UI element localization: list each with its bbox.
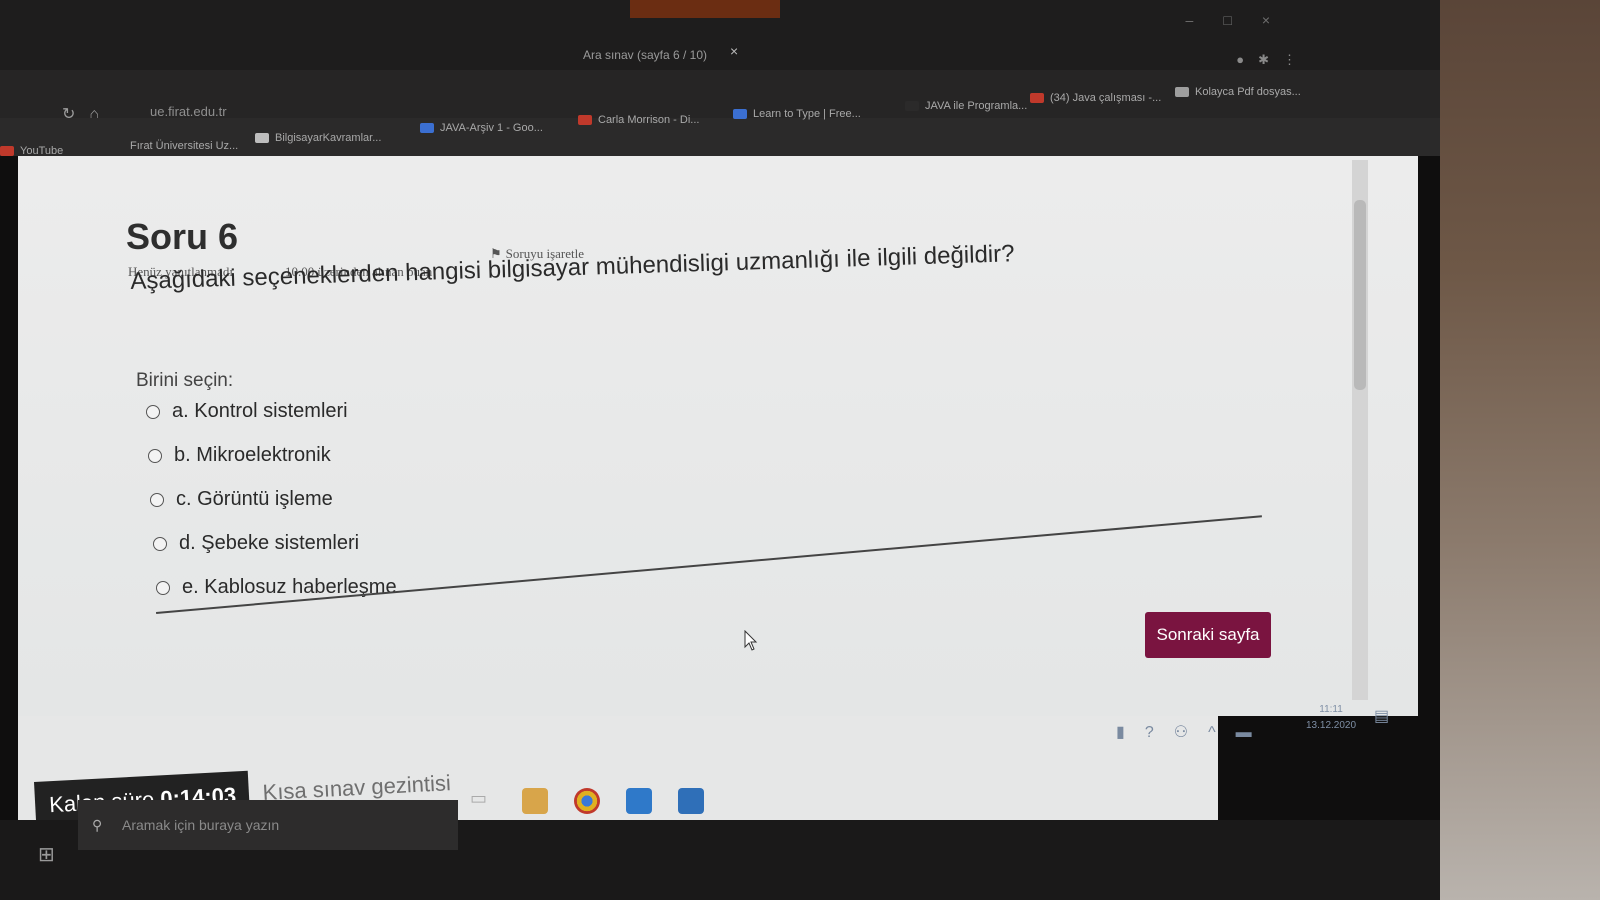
bookmark-item[interactable]: BilgisayarKavramlar... xyxy=(255,132,381,144)
radio-e[interactable] xyxy=(156,580,170,595)
bookmark-icon xyxy=(255,133,269,144)
windows-start-icon[interactable]: ⊞ xyxy=(38,842,55,867)
people-icon[interactable]: ⚇ xyxy=(1174,724,1208,741)
notification-icon[interactable]: ▤ xyxy=(1374,706,1389,726)
bookmark-item[interactable]: JAVA-Arşiv 1 - Goo... xyxy=(420,122,543,134)
extension-icons: ●✱⋮ xyxy=(1236,52,1310,68)
bookmark-label: BilgisayarKavramlar... xyxy=(275,132,382,144)
radio-b[interactable] xyxy=(148,448,162,463)
clock-date: 13.12.2020 xyxy=(1306,720,1357,731)
bookmark-icon xyxy=(733,109,747,120)
bookmark-item[interactable]: (34) Java çalışması -... xyxy=(1030,92,1161,104)
option-a-label: a. Kontrol sistemleri xyxy=(172,400,348,422)
bookmark-item[interactable]: Fırat Üniversitesi Uz... xyxy=(110,140,238,152)
bookmark-item[interactable]: JAVA ile Programla... xyxy=(905,100,1027,112)
option-b[interactable]: b. Mikroelektronik xyxy=(148,444,331,467)
bookmark-icon xyxy=(905,101,919,112)
bookmark-icon xyxy=(1030,93,1044,104)
close-window-icon[interactable]: × xyxy=(1262,12,1300,28)
maximize-icon[interactable]: □ xyxy=(1223,12,1261,28)
bookmark-label: Fırat Üniversitesi Uz... xyxy=(130,140,239,152)
battery-icon[interactable]: ▬ xyxy=(1236,724,1272,741)
task-view-icon[interactable]: ▭ xyxy=(470,788,496,814)
help-icon[interactable]: ? xyxy=(1145,724,1174,741)
option-a[interactable]: a. Kontrol sistemleri xyxy=(146,400,348,423)
menu-icon[interactable]: ⋮ xyxy=(1283,52,1310,67)
choose-prompt: Birini seçin: xyxy=(136,370,234,391)
mouse-cursor-icon xyxy=(744,630,758,651)
bookmark-label: Learn to Type | Free... xyxy=(753,108,861,120)
monitor-screen: Ara sınav (sayfa 6 / 10) × –□× ↻⌂ ue.fir… xyxy=(0,0,1440,900)
zoom-icon[interactable] xyxy=(678,788,704,814)
taskbar-search-placeholder: Aramak için buraya yazın xyxy=(122,817,280,833)
pinned-tab[interactable] xyxy=(630,0,780,18)
url-field[interactable]: ue.firat.edu.tr xyxy=(150,104,227,119)
file-explorer-icon[interactable] xyxy=(522,788,548,814)
bookmark-icon xyxy=(110,141,124,152)
search-icon: ⚲ xyxy=(92,817,103,833)
chevron-up-icon[interactable]: ^ xyxy=(1208,724,1236,741)
bookmark-label: Kolayca Pdf dosyas... xyxy=(1195,86,1301,98)
radio-a[interactable] xyxy=(146,404,160,419)
option-b-label: b. Mikroelektronik xyxy=(174,444,331,466)
option-d-label: d. Şebeke sistemleri xyxy=(179,532,360,554)
trash-icon[interactable]: ▮ xyxy=(1116,724,1145,741)
bookmark-icon xyxy=(420,123,434,134)
window-controls[interactable]: –□× xyxy=(1186,12,1300,28)
app-icon[interactable] xyxy=(626,788,652,814)
bookmark-icon xyxy=(578,115,592,126)
extension-icon[interactable]: ● xyxy=(1236,52,1258,67)
taskbar-search-box[interactable]: ⚲ Aramak için buraya yazın xyxy=(78,800,458,850)
bookmark-label: Carla Morrison - Di... xyxy=(598,114,700,126)
next-page-button[interactable]: Sonraki sayfa xyxy=(1145,612,1271,658)
bookmark-item[interactable]: Kolayca Pdf dosyas... xyxy=(1175,86,1301,98)
bookmark-item[interactable]: Carla Morrison - Di... xyxy=(578,114,699,126)
bookmark-icon xyxy=(0,146,14,157)
option-e-label: e. Kablosuz haberleşme xyxy=(182,576,397,598)
scrollbar-thumb[interactable] xyxy=(1354,200,1366,390)
room-background xyxy=(1430,0,1600,900)
radio-d[interactable] xyxy=(153,536,167,551)
clock-time: 11:11 xyxy=(1319,704,1343,715)
photo-scene: Ara sınav (sayfa 6 / 10) × –□× ↻⌂ ue.fir… xyxy=(0,0,1600,900)
option-c[interactable]: c. Görüntü işleme xyxy=(150,488,333,511)
bookmark-label: JAVA-Arşiv 1 - Goo... xyxy=(440,122,543,134)
system-tray: ▮?⚇^▬ xyxy=(1116,722,1272,742)
bookmark-label: JAVA ile Programla... xyxy=(925,100,1028,112)
taskbar-clock[interactable]: 11:11 13.12.2020 xyxy=(1306,702,1356,734)
option-d[interactable]: d. Şebeke sistemleri xyxy=(153,532,359,555)
bookmark-icon xyxy=(1175,87,1189,98)
question-title: Soru 6 xyxy=(126,216,239,257)
minimize-icon[interactable]: – xyxy=(1186,12,1224,28)
chrome-icon[interactable] xyxy=(574,788,600,814)
close-tab-icon[interactable]: × xyxy=(730,43,738,59)
radio-c[interactable] xyxy=(150,492,164,507)
bookmark-item[interactable]: Learn to Type | Free... xyxy=(733,108,861,120)
bookmark-label: (34) Java çalışması -... xyxy=(1050,92,1162,104)
puzzle-icon[interactable]: ✱ xyxy=(1258,52,1283,67)
option-c-label: c. Görüntü işleme xyxy=(176,488,333,510)
